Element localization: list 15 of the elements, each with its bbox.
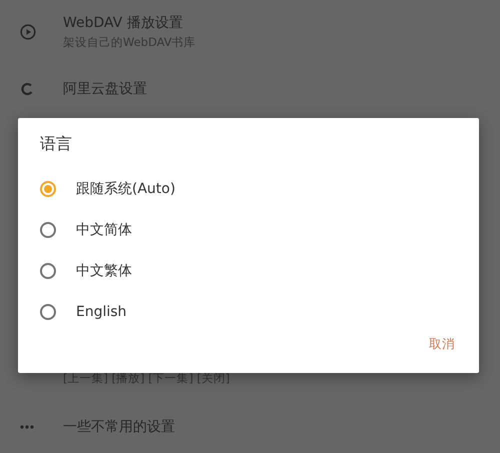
setting-title: 一些不常用的设置 [63,418,175,436]
dialog-title: 语言 [40,134,73,155]
play-icon [20,24,36,40]
option-label[interactable]: 中文繁体 [76,262,132,280]
radio-button[interactable] [40,262,56,279]
option-label[interactable]: 跟随系统(Auto) [76,180,176,198]
setting-title: 阿里云盘设置 [63,80,147,98]
radio-button[interactable] [40,181,56,198]
ring-icon [20,82,34,96]
radio-button[interactable] [40,222,56,238]
option-label[interactable]: English [76,304,127,320]
more-icon [20,425,34,429]
radio-button[interactable] [40,304,56,320]
setting-title: WebDAV 播放设置 [63,14,184,32]
option-label[interactable]: 中文简体 [76,221,132,240]
